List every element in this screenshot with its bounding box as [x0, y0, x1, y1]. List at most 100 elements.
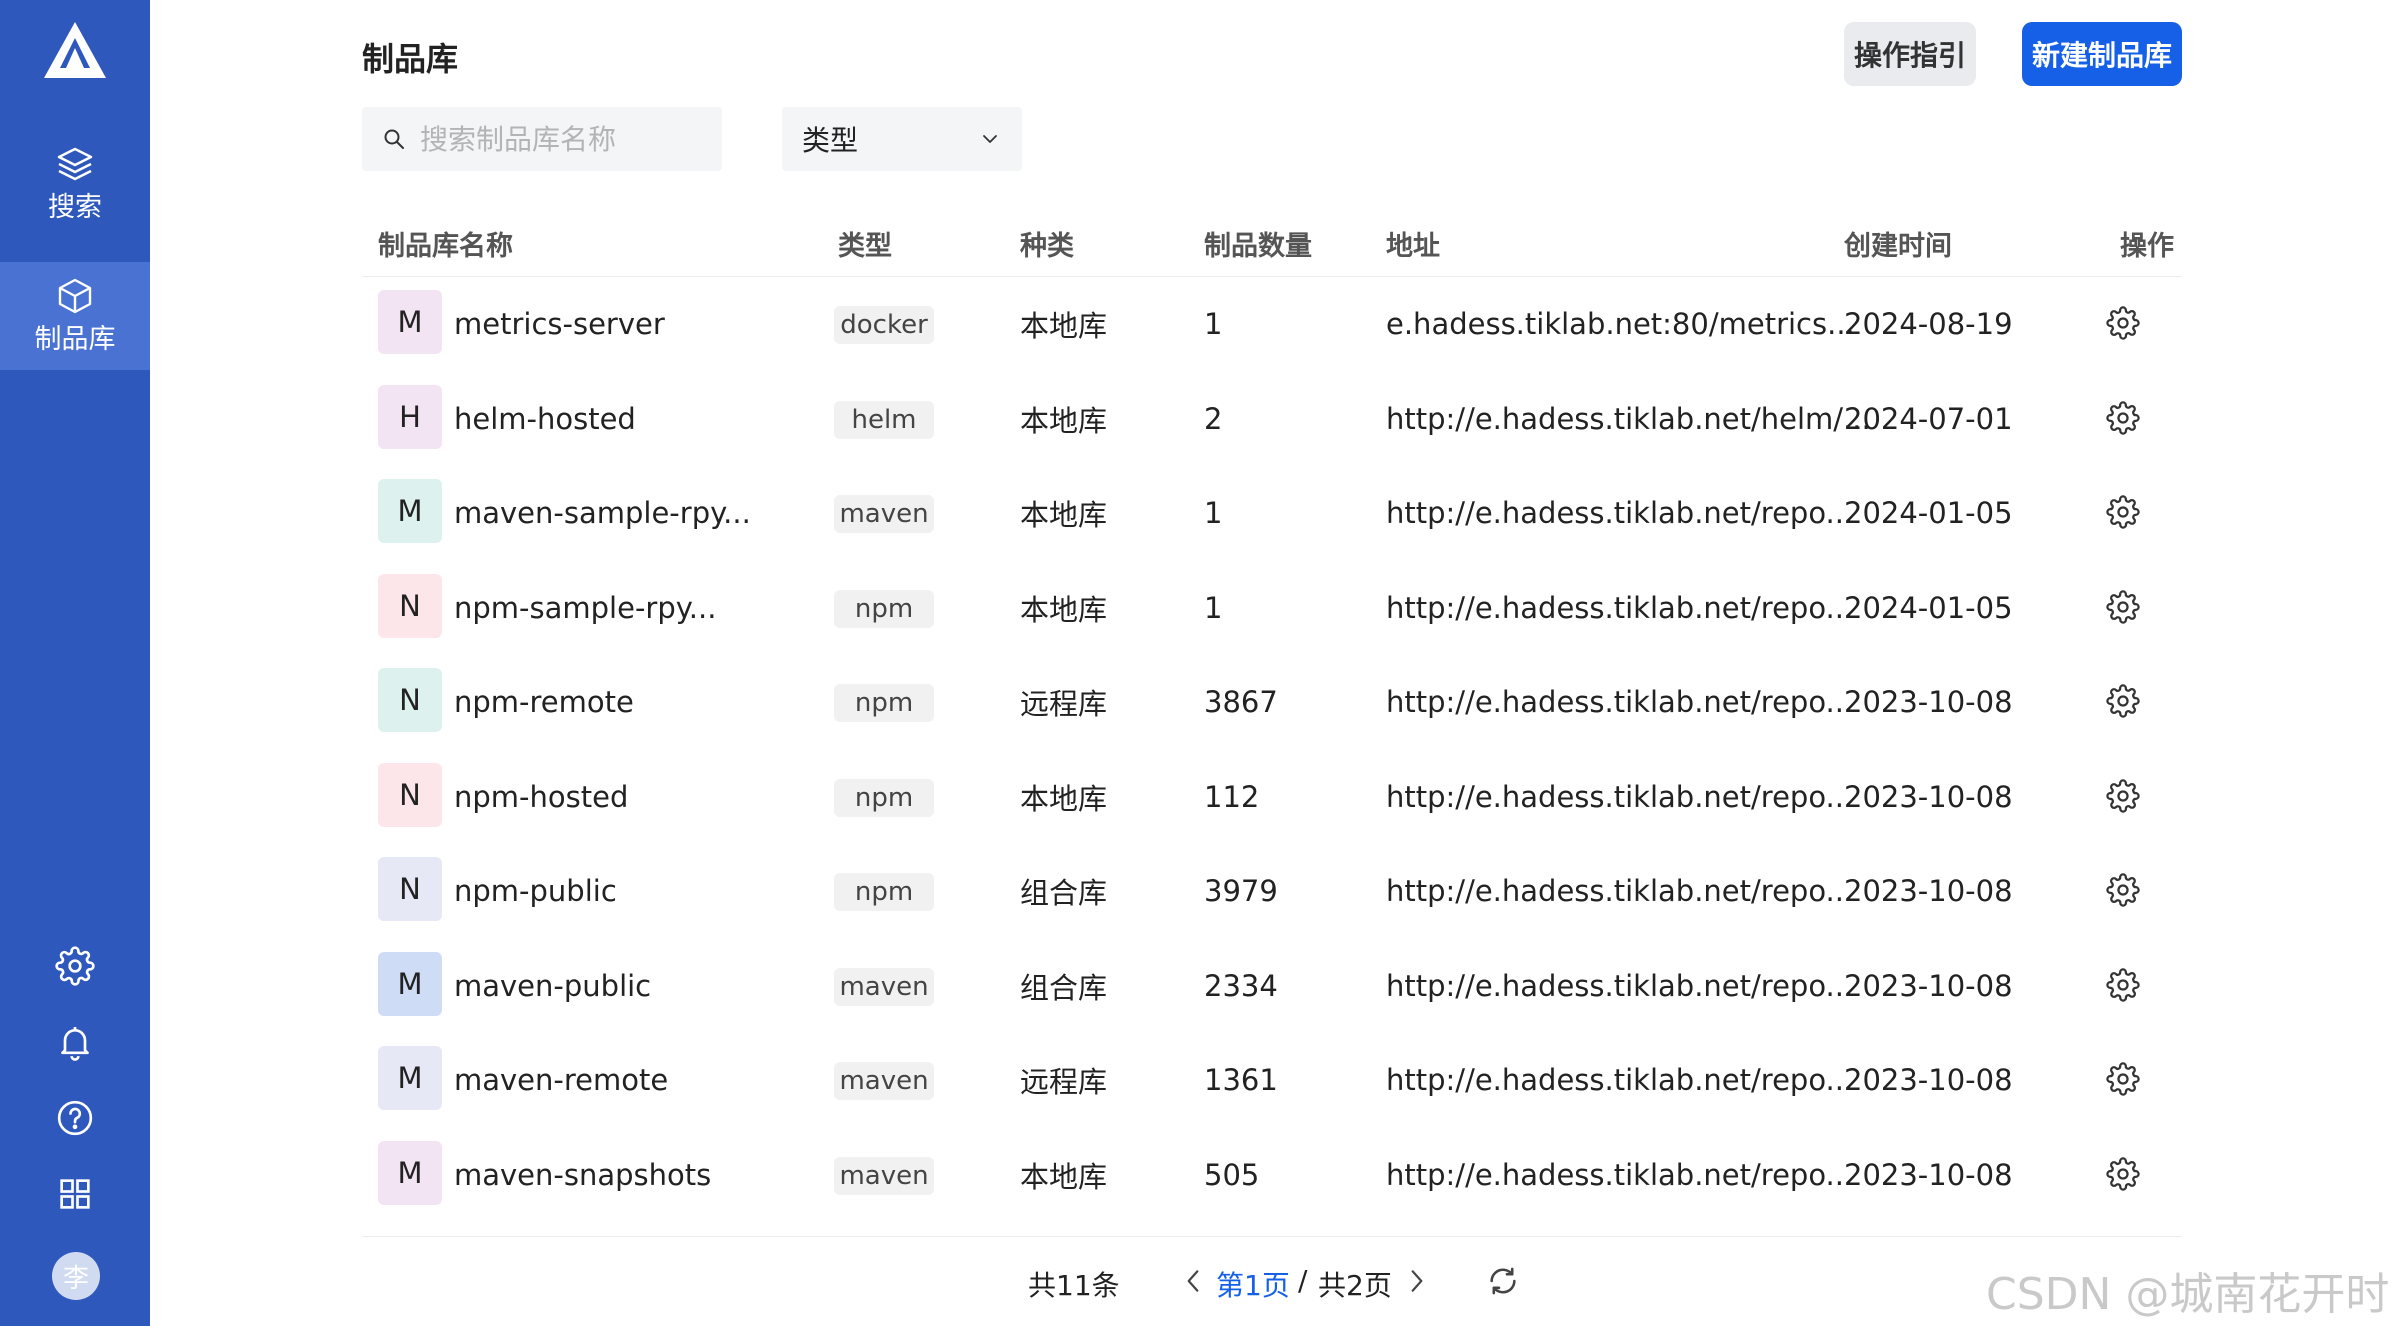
table-row[interactable]: N npm-sample-rpy... npm 本地库 1 http://e.h…: [362, 560, 2182, 656]
repo-name[interactable]: metrics-server: [454, 276, 665, 372]
row-settings-gear-icon[interactable]: [2106, 589, 2140, 624]
repo-letter-avatar: N: [378, 762, 442, 827]
cube-icon: [58, 278, 92, 314]
new-repository-button[interactable]: 新建制品库: [2022, 22, 2182, 86]
row-settings-gear-icon[interactable]: [2106, 1062, 2140, 1096]
row-settings-gear-icon[interactable]: [2106, 1156, 2140, 1191]
repo-kind: 远程库: [1020, 687, 1108, 721]
repo-name[interactable]: maven-public: [454, 938, 651, 1034]
repo-count: 3979: [1204, 874, 1278, 908]
table-row[interactable]: N npm-public npm 组合库 3979 http://e.hades…: [362, 843, 2182, 939]
gear-icon[interactable]: [55, 946, 95, 986]
repo-letter-avatar: M: [378, 1140, 442, 1205]
repo-count: 1: [1204, 496, 1223, 530]
row-settings-gear-icon[interactable]: [2106, 306, 2140, 340]
avatar[interactable]: 李: [52, 1252, 100, 1300]
repo-count: 1361: [1204, 1063, 1278, 1097]
pagination-total: 共11条: [1028, 1269, 1120, 1302]
repo-count: 3867: [1204, 685, 1278, 719]
sidebar-item-search[interactable]: 搜索: [0, 130, 150, 238]
repo-address: http://e.hadess.tiklab.net/repo...: [1386, 1063, 1854, 1097]
search-input[interactable]: [418, 121, 722, 157]
bell-icon[interactable]: [55, 1022, 95, 1062]
chevron-right-icon[interactable]: [1404, 1266, 1430, 1296]
column-header-count: 制品数量: [1204, 231, 1312, 262]
repo-kind: 本地库: [1020, 403, 1108, 438]
repo-created: 2023-10-08: [1844, 779, 2013, 814]
help-icon[interactable]: [55, 1098, 95, 1138]
repo-letter-avatar: M: [378, 951, 442, 1016]
pagination-total-pages: 共2页: [1318, 1269, 1392, 1302]
column-header-address: 地址: [1386, 231, 1440, 262]
pagination-separator: /: [1298, 1264, 1308, 1297]
repo-name[interactable]: maven-remote: [454, 1032, 668, 1128]
repo-count: 505: [1204, 1157, 1260, 1192]
repo-type-tag: maven: [834, 1062, 934, 1100]
repo-created: 2024-08-19: [1844, 307, 2013, 341]
row-settings-gear-icon[interactable]: [2106, 400, 2140, 435]
repo-type-tag: npm: [834, 778, 934, 817]
layers-icon: [57, 147, 93, 181]
repo-name[interactable]: maven-snapshots: [454, 1127, 711, 1223]
repo-type-tag: maven: [834, 1156, 934, 1195]
repo-name[interactable]: helm-hosted: [454, 371, 636, 467]
repo-type-tag: npm: [834, 589, 934, 628]
repo-kind: 本地库: [1020, 498, 1108, 532]
table-row[interactable]: H helm-hosted helm 本地库 2 http://e.hadess…: [362, 371, 2182, 467]
type-select[interactable]: 类型: [782, 107, 1022, 171]
pagination-current-page[interactable]: 第1页: [1216, 1264, 1290, 1304]
column-header-created: 创建时间: [1844, 231, 1952, 262]
table-row[interactable]: M metrics-server docker 本地库 1 e.hadess.t…: [362, 276, 2182, 372]
repo-type-tag: npm: [834, 684, 934, 722]
refresh-icon[interactable]: [1486, 1264, 1520, 1298]
repo-count: 2334: [1204, 968, 1278, 1003]
repo-name[interactable]: npm-remote: [454, 654, 634, 750]
repo-kind: 本地库: [1020, 781, 1108, 816]
sidebar-item-repository[interactable]: 制品库: [0, 262, 150, 370]
table-row[interactable]: M maven-snapshots maven 本地库 505 http://e…: [362, 1127, 2182, 1223]
table-row[interactable]: M maven-remote maven 远程库 1361 http://e.h…: [362, 1032, 2182, 1128]
repo-created: 2023-10-08: [1844, 685, 2013, 719]
column-header-type: 类型: [838, 231, 892, 262]
column-header-kind: 种类: [1020, 231, 1074, 262]
apps-grid-icon[interactable]: [55, 1174, 95, 1214]
repo-address: http://e.hadess.tiklab.net/repo...: [1386, 968, 1854, 1003]
repo-address: http://e.hadess.tiklab.net/helm/...: [1386, 401, 1871, 436]
repo-address: http://e.hadess.tiklab.net/repo...: [1386, 496, 1854, 530]
repo-created: 2023-10-08: [1844, 1157, 2013, 1192]
chevron-down-icon: [983, 135, 997, 143]
repo-address: http://e.hadess.tiklab.net/repo...: [1386, 779, 1854, 814]
repo-created: 2023-10-08: [1844, 1063, 2013, 1097]
repo-name[interactable]: npm-hosted: [454, 749, 628, 845]
repo-type-tag: maven: [834, 495, 934, 533]
table-row[interactable]: M maven-public maven 组合库 2334 http://e.h…: [362, 938, 2182, 1034]
app-logo-icon[interactable]: [42, 20, 108, 82]
table-row[interactable]: M maven-sample-rpy... maven 本地库 1 http:/…: [362, 465, 2182, 561]
repo-type-tag: docker: [834, 306, 934, 344]
repo-kind: 组合库: [1020, 970, 1108, 1005]
guide-button[interactable]: 操作指引: [1844, 22, 1976, 86]
repo-created: 2024-01-05: [1844, 590, 2013, 625]
sidebar-item-label: 搜索: [48, 192, 102, 223]
repo-name[interactable]: maven-sample-rpy...: [454, 465, 751, 561]
repo-kind: 本地库: [1020, 592, 1108, 627]
repo-type-tag: helm: [834, 400, 934, 439]
repo-count: 112: [1204, 779, 1260, 814]
chevron-left-icon[interactable]: [1180, 1266, 1206, 1296]
type-select-label: 类型: [802, 124, 859, 157]
row-settings-gear-icon[interactable]: [2106, 967, 2140, 1002]
row-settings-gear-icon[interactable]: [2106, 684, 2140, 718]
repo-created: 2024-07-01: [1844, 401, 2013, 436]
search-box: [362, 107, 722, 171]
row-settings-gear-icon[interactable]: [2106, 873, 2140, 907]
repo-name[interactable]: npm-sample-rpy...: [454, 560, 716, 656]
table-row[interactable]: N npm-remote npm 远程库 3867 http://e.hades…: [362, 654, 2182, 750]
column-header-actions: 操作: [2120, 231, 2174, 262]
repo-count: 1: [1204, 307, 1223, 341]
table-row[interactable]: N npm-hosted npm 本地库 112 http://e.hadess…: [362, 749, 2182, 845]
repo-address: http://e.hadess.tiklab.net/repo...: [1386, 685, 1854, 719]
row-settings-gear-icon[interactable]: [2106, 778, 2140, 813]
repo-name[interactable]: npm-public: [454, 843, 617, 939]
sidebar: 搜索 制品库 李: [0, 0, 150, 1326]
row-settings-gear-icon[interactable]: [2106, 495, 2140, 529]
